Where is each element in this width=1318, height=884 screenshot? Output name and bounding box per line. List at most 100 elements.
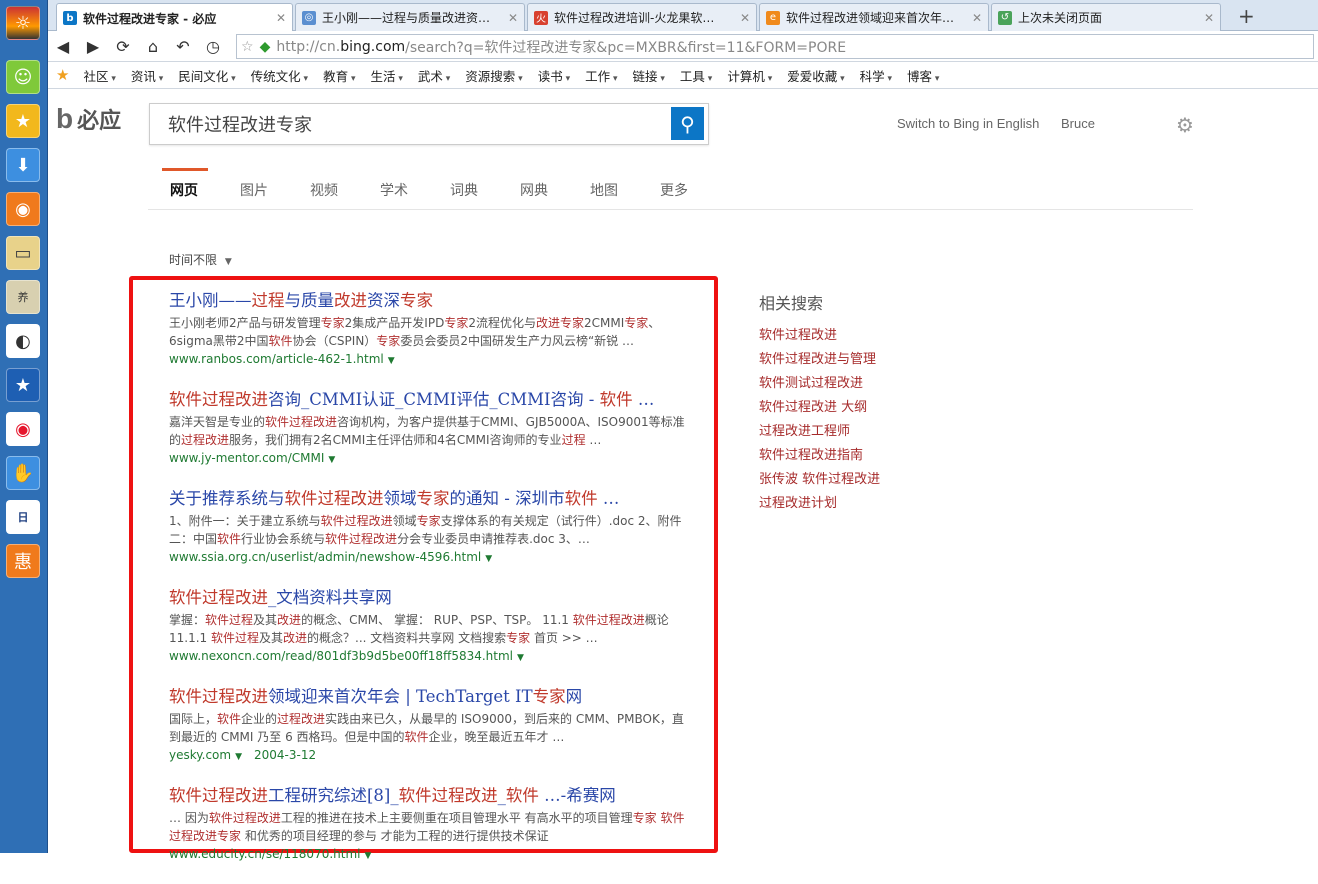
chevron-down-icon[interactable]: ▼ — [388, 356, 395, 366]
home-icon[interactable]: ⌂ — [138, 37, 168, 56]
close-icon[interactable]: ✕ — [972, 11, 982, 25]
bookmark-folder[interactable]: 教育 — [323, 66, 355, 85]
related-search-link[interactable]: 过程改进计划 — [759, 492, 880, 516]
baidu-paw-icon[interactable]: ✋ — [6, 456, 40, 490]
search-icon[interactable]: ⚲ — [671, 107, 704, 140]
related-searches: 相关搜索 软件过程改进 软件过程改进与管理 软件测试过程改进 软件过程改进 大纲… — [759, 290, 880, 516]
smiley-app-icon[interactable]: ☺ — [6, 60, 40, 94]
bookmark-folder[interactable]: 读书 — [538, 66, 570, 85]
result-title-link[interactable]: 王小刚——过程与质量改进资深专家 — [169, 290, 694, 312]
chevron-down-icon[interactable]: ▼ — [328, 455, 335, 465]
related-search-link[interactable]: 软件过程改进 大纲 — [759, 396, 880, 420]
notes-icon[interactable]: ▭ — [6, 236, 40, 270]
bookmark-star-icon[interactable]: ☆ — [241, 39, 254, 55]
bookmark-folder[interactable]: 工作 — [585, 66, 617, 85]
result-title-link[interactable]: 软件过程改进工程研究综述[8]_软件过程改进_软件 …-希赛网 — [169, 785, 694, 807]
health-calendar-icon[interactable]: 养 — [6, 280, 40, 314]
tab-huolongguo[interactable]: 火 软件过程改进培训-火龙果软… ✕ — [527, 3, 757, 31]
list-item: 软件过程改进咨询_CMMI认证_CMMI评估_CMMI咨询 - 软件 … 嘉洋天… — [169, 389, 694, 469]
user-name[interactable]: Bruce — [1061, 116, 1095, 131]
tab-dictionary[interactable]: 词典 — [450, 180, 478, 200]
close-icon[interactable]: ✕ — [508, 11, 518, 25]
tab-label: 上次未关闭页面 — [1018, 9, 1198, 26]
sunset-app-icon[interactable]: ☼ — [6, 6, 40, 40]
tab-videos[interactable]: 视频 — [310, 180, 338, 200]
back-icon[interactable]: ◀ — [48, 37, 78, 56]
bookmark-folder[interactable]: 资讯 — [131, 66, 163, 85]
bing-logo[interactable]: b 必应 — [56, 103, 121, 135]
result-snippet: 掌握：软件过程及其改进的概念、CMM、 掌握： RUP、PSP、TSP。 11.… — [169, 611, 694, 647]
new-tab-button[interactable]: + — [1238, 4, 1255, 28]
bookmark-app-icon[interactable]: ★ — [6, 368, 40, 402]
bookmark-folder[interactable]: 民间文化 — [178, 66, 235, 85]
result-url[interactable]: www.educity.cn/se/118070.html▼ — [169, 845, 694, 865]
tab-images[interactable]: 图片 — [240, 180, 268, 200]
list-item: 软件过程改进_文档资料共享网 掌握：软件过程及其改进的概念、CMM、 掌握： R… — [169, 587, 694, 667]
rss-icon[interactable]: ◉ — [6, 192, 40, 226]
result-url[interactable]: yesky.com▼2004-3-12 — [169, 746, 694, 766]
result-snippet: 嘉洋天智是专业的软件过程改进咨询机构，为客户提供基于CMMI、GJB5000A、… — [169, 413, 694, 449]
chevron-down-icon[interactable]: ▼ — [517, 653, 524, 663]
related-search-link[interactable]: 软件过程改进与管理 — [759, 348, 880, 372]
bookmark-folder[interactable]: 工具 — [680, 66, 712, 85]
related-search-link[interactable]: 过程改进工程师 — [759, 420, 880, 444]
related-search-link[interactable]: 软件测试过程改进 — [759, 372, 880, 396]
bookmark-folder[interactable]: 社区 — [83, 66, 115, 85]
fire-icon: 火 — [534, 11, 548, 25]
calendar-icon[interactable]: 日 — [6, 500, 40, 534]
close-icon[interactable]: ✕ — [740, 11, 750, 25]
result-snippet: … 因为软件过程改进工程的推进在技术上主要侧重在项目管理水平 有高水平的项目管理… — [169, 809, 694, 845]
result-title-link[interactable]: 软件过程改进领域迎来首次年会 | TechTarget IT专家网 — [169, 686, 694, 708]
related-search-link[interactable]: 软件过程改进 — [759, 324, 880, 348]
related-searches-title: 相关搜索 — [759, 290, 880, 314]
favorites-star-icon[interactable]: ★ — [6, 104, 40, 138]
tab-academic[interactable]: 学术 — [380, 180, 408, 200]
undo-icon[interactable]: ↶ — [168, 37, 198, 56]
tab-more[interactable]: 更多 — [660, 180, 688, 200]
close-icon[interactable]: ✕ — [1204, 11, 1214, 25]
result-title-link[interactable]: 关于推荐系统与软件过程改进领域专家的通知 - 深圳市软件 … — [169, 488, 694, 510]
gear-icon[interactable]: ⚙ — [1176, 113, 1194, 137]
search-input[interactable] — [150, 104, 660, 144]
result-url[interactable]: www.ranbos.com/article-462-1.html▼ — [169, 350, 694, 370]
bookmark-folder[interactable]: 链接 — [633, 66, 665, 85]
chevron-down-icon[interactable]: ▼ — [485, 554, 492, 564]
bookmark-folder[interactable]: 科学 — [860, 66, 892, 85]
discount-icon[interactable]: 惠 — [6, 544, 40, 578]
history-icon[interactable]: ◷ — [198, 37, 228, 56]
result-title-link[interactable]: 软件过程改进咨询_CMMI认证_CMMI评估_CMMI咨询 - 软件 … — [169, 389, 694, 411]
chevron-down-icon[interactable]: ▼ — [235, 752, 242, 762]
result-url[interactable]: www.nexoncn.com/read/801df3b9d5be00ff18f… — [169, 647, 694, 667]
result-title-link[interactable]: 软件过程改进_文档资料共享网 — [169, 587, 694, 609]
close-icon[interactable]: ✕ — [276, 11, 286, 25]
refresh-icon[interactable]: ⟳ — [108, 37, 138, 56]
related-search-link[interactable]: 软件过程改进指南 — [759, 444, 880, 468]
forward-icon[interactable]: ▶ — [78, 37, 108, 56]
time-filter-dropdown[interactable]: 时间不限 ▼ — [169, 251, 232, 268]
tab-wangxiaogang[interactable]: ◎ 王小刚——过程与质量改进资… ✕ — [295, 3, 525, 31]
bookmark-folder[interactable]: 资源搜索 — [465, 66, 522, 85]
color-picker-icon[interactable]: ◐ — [6, 324, 40, 358]
switch-language-link[interactable]: Switch to Bing in English — [897, 116, 1039, 131]
bookmark-folder[interactable]: 武术 — [418, 66, 450, 85]
tab-maps[interactable]: 地图 — [590, 180, 618, 200]
tab-label: 软件过程改进领域迎来首次年… — [786, 9, 966, 26]
related-search-link[interactable]: 张传波 软件过程改进 — [759, 468, 880, 492]
tab-bing-search[interactable]: b 软件过程改进专家 - 必应 ✕ — [56, 3, 293, 32]
favorites-star-icon[interactable]: ★ — [56, 66, 69, 84]
result-url[interactable]: www.ssia.org.cn/userlist/admin/newshow-4… — [169, 548, 694, 568]
address-bar[interactable]: ☆ ◆ http://cn.bing.com/search?q=软件过程改进专家… — [236, 34, 1314, 59]
tab-encyclopedia[interactable]: 网典 — [520, 180, 548, 200]
bookmark-folder[interactable]: 传统文化 — [251, 66, 308, 85]
tab-yesky[interactable]: e 软件过程改进领域迎来首次年… ✕ — [759, 3, 989, 31]
result-url[interactable]: www.jy-mentor.com/CMMI▼ — [169, 449, 694, 469]
bookmark-folder[interactable]: 生活 — [370, 66, 402, 85]
tab-restore[interactable]: ↺ 上次未关闭页面 ✕ — [991, 3, 1221, 31]
weibo-icon[interactable]: ◉ — [6, 412, 40, 446]
restore-icon: ↺ — [998, 11, 1012, 25]
bookmark-folder[interactable]: 爱爱收藏 — [787, 66, 844, 85]
bookmark-folder[interactable]: 计算机 — [727, 66, 772, 85]
bookmark-folder[interactable]: 博客 — [907, 66, 939, 85]
download-icon[interactable]: ⬇ — [6, 148, 40, 182]
tab-web[interactable]: 网页 — [170, 180, 198, 200]
